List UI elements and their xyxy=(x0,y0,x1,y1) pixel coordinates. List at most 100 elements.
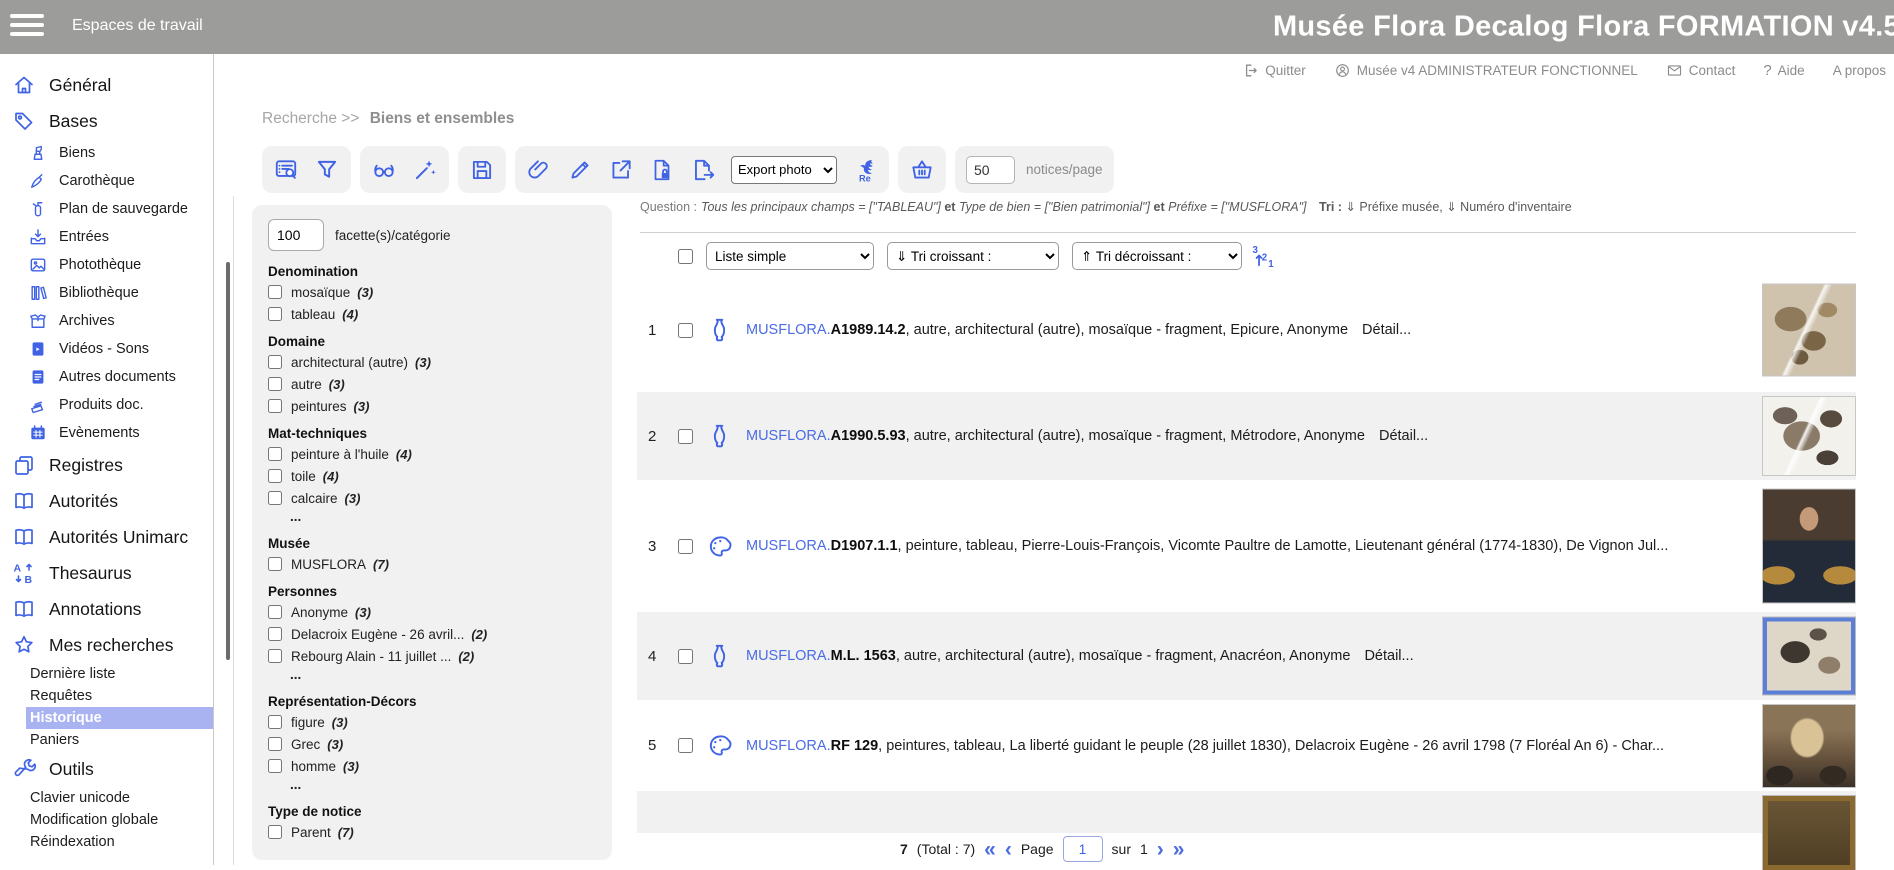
breadcrumb-path[interactable]: Recherche >> xyxy=(262,110,359,127)
record-link[interactable]: MUSFLORA. xyxy=(746,738,831,754)
hamburger-menu-icon[interactable] xyxy=(10,14,44,40)
result-thumbnail[interactable] xyxy=(1763,285,1855,376)
save-icon[interactable] xyxy=(469,157,495,183)
select-all-checkbox[interactable] xyxy=(678,249,693,264)
facet-item-label[interactable]: Delacroix Eugène - 26 avril... xyxy=(291,627,464,642)
sidebar-item-paniers[interactable]: Paniers xyxy=(26,729,213,751)
facet-checkbox[interactable] xyxy=(268,759,282,773)
facet-checkbox[interactable] xyxy=(268,649,282,663)
sidebar-item-thesaurus[interactable]: Thesaurus xyxy=(0,555,213,591)
result-thumbnail[interactable] xyxy=(1763,490,1855,603)
sidebar-item-clavier-unicode[interactable]: Clavier unicode xyxy=(26,787,213,809)
sidebar-item-annotations[interactable]: Annotations xyxy=(0,591,213,627)
result-row-checkbox[interactable] xyxy=(678,649,693,664)
facet-item-label[interactable]: homme xyxy=(291,759,336,774)
sidebar-scrollbar[interactable] xyxy=(226,262,230,660)
facet-checkbox[interactable] xyxy=(268,605,282,619)
facet-item-label[interactable]: peintures xyxy=(291,399,347,414)
sidebar-item-mes-recherches[interactable]: Mes recherches xyxy=(0,627,213,663)
sidebar-item-ev-nements[interactable]: Evènements xyxy=(0,419,213,447)
external-link-icon[interactable] xyxy=(608,157,634,183)
view-mode-select[interactable]: Liste simple xyxy=(706,242,874,270)
sidebar-item-autorit-s[interactable]: Autorités xyxy=(0,483,213,519)
record-link[interactable]: MUSFLORA. xyxy=(746,648,831,664)
facet-checkbox[interactable] xyxy=(268,627,282,641)
facet-more-link[interactable]: ... xyxy=(290,509,596,527)
page-lock-icon[interactable] xyxy=(649,157,675,183)
sidebar-item-archives[interactable]: Archives xyxy=(0,307,213,335)
sidebar-item-registres[interactable]: Registres xyxy=(0,447,213,483)
detail-link[interactable]: Détail... xyxy=(1362,322,1411,338)
help-link[interactable]: ? Aide xyxy=(1763,62,1804,79)
facet-item-label[interactable]: Parent xyxy=(291,825,331,840)
facet-checkbox[interactable] xyxy=(268,399,282,413)
first-page-icon[interactable]: « xyxy=(984,839,996,860)
facet-checkbox[interactable] xyxy=(268,307,282,321)
facet-count-input[interactable] xyxy=(268,219,324,251)
sidebar-item-produits-doc[interactable]: Produits doc. xyxy=(0,391,213,419)
result-thumbnail[interactable] xyxy=(1763,397,1855,475)
result-row-checkbox[interactable] xyxy=(678,738,693,753)
facet-checkbox[interactable] xyxy=(268,557,282,571)
facet-checkbox[interactable] xyxy=(268,377,282,391)
facet-checkbox[interactable] xyxy=(268,737,282,751)
sort-numeric-icon[interactable] xyxy=(1252,243,1278,269)
sidebar-item-biblioth-que[interactable]: Bibliothèque xyxy=(0,279,213,307)
about-link[interactable]: A propos xyxy=(1833,63,1886,78)
contact-link[interactable]: Contact xyxy=(1666,62,1736,79)
previous-page-icon[interactable]: ‹ xyxy=(1005,839,1012,860)
facet-item-label[interactable]: calcaire xyxy=(291,491,338,506)
sort-desc-select[interactable]: ⇑ Tri décroissant : xyxy=(1072,242,1242,270)
user-account[interactable]: Musée v4 ADMINISTRATEUR FONCTIONNEL xyxy=(1334,62,1638,79)
facet-more-link[interactable]: ... xyxy=(290,667,596,685)
magic-wand-icon[interactable] xyxy=(412,157,438,183)
result-thumbnail[interactable] xyxy=(1763,705,1855,787)
facet-item-label[interactable]: mosaïque xyxy=(291,285,350,300)
facet-checkbox[interactable] xyxy=(268,447,282,461)
page-input[interactable] xyxy=(1063,836,1103,862)
facet-checkbox[interactable] xyxy=(268,715,282,729)
facet-item-label[interactable]: autre xyxy=(291,377,322,392)
recollection-bird-icon[interactable] xyxy=(852,157,878,183)
result-row-checkbox[interactable] xyxy=(678,323,693,338)
facet-item-label[interactable]: toile xyxy=(291,469,316,484)
record-link[interactable]: MUSFLORA. xyxy=(746,322,831,338)
result-row-checkbox[interactable] xyxy=(678,539,693,554)
attachment-icon[interactable] xyxy=(526,157,552,183)
last-page-icon[interactable]: » xyxy=(1173,839,1185,860)
sidebar-item-historique[interactable]: Historique xyxy=(26,707,213,729)
sidebar-item-caroth-que[interactable]: Carothèque xyxy=(0,167,213,195)
quit-link[interactable]: Quitter xyxy=(1242,62,1306,79)
facet-checkbox[interactable] xyxy=(268,825,282,839)
page-size-input[interactable] xyxy=(966,156,1015,184)
facet-checkbox[interactable] xyxy=(268,469,282,483)
facet-item-label[interactable]: architectural (autre) xyxy=(291,355,408,370)
sidebar-item-modification-globale[interactable]: Modification globale xyxy=(26,809,213,831)
page-export-icon[interactable] xyxy=(690,157,716,183)
sidebar-item-plan-de-sauvegarde[interactable]: Plan de sauvegarde xyxy=(0,195,213,223)
sidebar-item-g-n-ral[interactable]: Général xyxy=(0,67,213,103)
sidebar-item-biens[interactable]: Biens xyxy=(0,139,213,167)
facet-more-link[interactable]: ... xyxy=(290,777,596,795)
facet-item-label[interactable]: Rebourg Alain - 11 juillet ... xyxy=(291,649,451,664)
sidebar-item-r-indexation[interactable]: Réindexation xyxy=(26,831,213,853)
facet-item-label[interactable]: Grec xyxy=(291,737,320,752)
sidebar-item-outils[interactable]: Outils xyxy=(0,751,213,787)
sidebar-item-autres-documents[interactable]: Autres documents xyxy=(0,363,213,391)
detail-link[interactable]: Détail... xyxy=(1364,648,1413,664)
facet-item-label[interactable]: figure xyxy=(291,715,325,730)
display-list-icon[interactable] xyxy=(273,157,299,183)
sidebar-item-bases[interactable]: Bases xyxy=(0,103,213,139)
facet-checkbox[interactable] xyxy=(268,355,282,369)
result-row-checkbox[interactable] xyxy=(678,429,693,444)
facet-checkbox[interactable] xyxy=(268,491,282,505)
sidebar-item-phototh-que[interactable]: Photothèque xyxy=(0,251,213,279)
filter-icon[interactable] xyxy=(314,157,340,183)
sidebar-item-vid-os-sons[interactable]: Vidéos - Sons xyxy=(0,335,213,363)
basket-icon[interactable] xyxy=(909,157,935,183)
binoculars-icon[interactable] xyxy=(371,157,397,183)
sidebar-item-autorit-s-unimarc[interactable]: Autorités Unimarc xyxy=(0,519,213,555)
result-thumbnail-6[interactable] xyxy=(1763,796,1855,870)
facet-item-label[interactable]: peinture à l'huile xyxy=(291,447,389,462)
facet-item-label[interactable]: tableau xyxy=(291,307,335,322)
